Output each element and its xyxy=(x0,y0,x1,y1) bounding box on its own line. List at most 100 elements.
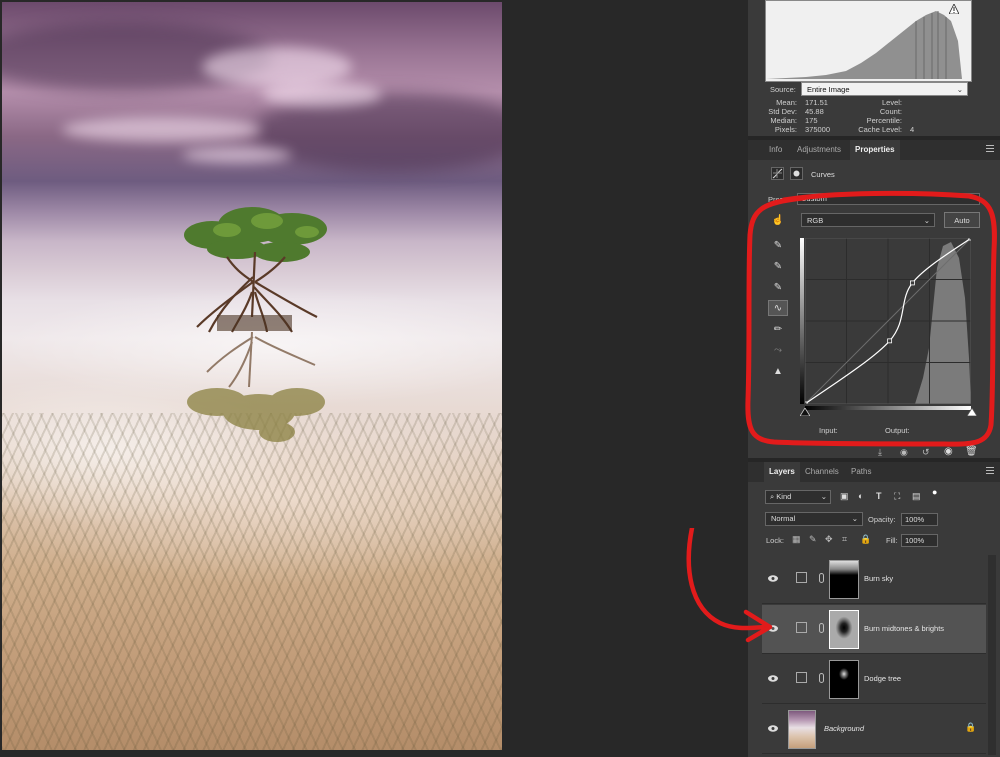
chevron-down-icon: ⌄ xyxy=(923,216,930,225)
tab-adjustments[interactable]: Adjustments xyxy=(792,140,846,160)
visibility-eye-icon[interactable] xyxy=(768,725,778,732)
cache-level-value: 4 xyxy=(910,125,915,134)
curve-control-point[interactable] xyxy=(910,280,915,286)
filter-kind-value: Kind xyxy=(776,492,792,501)
layer-row-burn-sky[interactable]: Burn sky xyxy=(762,555,986,604)
tab-info[interactable]: Info xyxy=(764,140,787,160)
pixels-value: 375000 xyxy=(805,125,831,134)
tab-channels[interactable]: Channels xyxy=(800,462,844,482)
visibility-eye-icon[interactable]: ◉ xyxy=(944,446,953,457)
curve-control-point[interactable] xyxy=(887,338,893,344)
pixels-label: Pixels: xyxy=(774,125,797,134)
lock-all-icon[interactable]: 🔒 xyxy=(860,534,871,545)
panel-menu-icon[interactable] xyxy=(986,145,994,154)
layers-scrollbar[interactable] xyxy=(988,555,996,755)
tab-layers[interactable]: Layers xyxy=(764,462,800,482)
sample-black-eyedropper-icon[interactable]: ✎ xyxy=(770,237,786,253)
filter-pixel-icon[interactable]: ▣ xyxy=(840,491,849,502)
chevron-down-icon: ⌄ xyxy=(820,492,827,501)
reset-icon[interactable]: ↺ xyxy=(922,447,930,458)
curves-adjustment-icon xyxy=(796,622,807,633)
mean-label: Mean: xyxy=(776,98,797,107)
curve-control-point[interactable] xyxy=(968,235,974,241)
output-label: Output: xyxy=(885,426,910,435)
visibility-eye-icon[interactable] xyxy=(768,575,778,582)
clip-to-layer-icon[interactable]: ⤓ xyxy=(878,447,882,458)
warning-triangle-icon[interactable] xyxy=(949,4,959,14)
preset-select[interactable]: Custom xyxy=(797,193,980,205)
lock-label: Lock: xyxy=(766,536,784,545)
lock-artboard-icon[interactable]: ⌗ xyxy=(842,534,847,545)
panel-menu-icon[interactable] xyxy=(986,467,994,476)
filter-smart-object-icon[interactable]: ▤ xyxy=(912,491,921,502)
link-icon[interactable] xyxy=(819,573,824,583)
filter-type-icon[interactable]: T xyxy=(876,491,882,501)
channel-select[interactable]: RGB ⌄ xyxy=(801,213,935,227)
layer-row-background[interactable]: Background 🔒 xyxy=(762,705,986,754)
curves-graph[interactable] xyxy=(802,235,974,407)
chevron-down-icon: ⌄ xyxy=(956,85,963,94)
layer-mask-thumbnail[interactable] xyxy=(829,660,859,699)
source-select[interactable]: Entire Image ⌄ xyxy=(801,82,968,96)
layer-filter-select[interactable]: ⌕ Kind ⌄ xyxy=(765,490,831,504)
layer-name[interactable]: Burn midtones & brights xyxy=(864,624,944,633)
layer-row-burn-midtones[interactable]: Burn midtones & brights xyxy=(762,605,986,654)
tab-paths[interactable]: Paths xyxy=(846,462,876,482)
curves-adjustment-icon xyxy=(796,672,807,683)
filter-shape-icon[interactable]: ⛶ xyxy=(894,491,900,502)
percentile-label: Percentile: xyxy=(866,116,902,125)
input-gradient-bar xyxy=(805,406,971,410)
lock-position-icon[interactable]: ✥ xyxy=(825,534,833,545)
sample-white-eyedropper-icon[interactable]: ✎ xyxy=(770,279,786,295)
targeted-adjustment-icon[interactable]: ☝ xyxy=(770,212,786,228)
properties-tabbar: Info Adjustments Properties xyxy=(748,140,1000,160)
pencil-draw-icon[interactable]: ✏ xyxy=(770,321,786,337)
visibility-eye-icon[interactable] xyxy=(768,675,778,682)
layer-mask-thumbnail[interactable] xyxy=(829,610,859,649)
blend-mode-select[interactable]: Normal ⌄ xyxy=(765,512,863,526)
preset-value: Custom xyxy=(801,194,827,203)
fill-field[interactable]: 100% xyxy=(901,534,938,547)
layer-name[interactable]: Burn sky xyxy=(864,574,893,583)
layer-mask-thumbnail[interactable] xyxy=(829,560,859,599)
auto-button[interactable]: Auto xyxy=(944,212,980,228)
fill-value: 100% xyxy=(905,536,925,545)
smooth-curve-icon[interactable]: ⤳ xyxy=(770,342,786,358)
trash-icon[interactable]: 🗑 xyxy=(965,446,978,457)
mangrove-photo[interactable] xyxy=(2,2,502,750)
link-icon[interactable] xyxy=(819,623,824,633)
sample-gray-eyedropper-icon[interactable]: ✎ xyxy=(770,258,786,274)
opacity-field[interactable]: 100% xyxy=(901,513,938,526)
output-gradient-bar xyxy=(800,238,804,404)
level-label: Level: xyxy=(881,98,902,107)
layers-tabbar: Layers Channels Paths xyxy=(748,462,1000,482)
layer-mask-icon[interactable] xyxy=(790,167,803,180)
blend-mode-value: Normal xyxy=(771,514,796,523)
chevron-down-icon: ⌄ xyxy=(851,514,858,523)
preset-label: Preset: xyxy=(768,195,792,204)
clipping-warning-icon[interactable]: ▲ xyxy=(768,363,788,379)
lock-transparent-icon[interactable]: ▦ xyxy=(792,534,801,545)
cache-level-label: Cache Level: xyxy=(858,125,902,134)
lock-image-icon[interactable]: ✎ xyxy=(809,534,817,545)
document-canvas xyxy=(0,0,748,757)
adjustment-name: Curves xyxy=(811,170,835,179)
white-point-slider-icon[interactable] xyxy=(967,408,977,416)
layer-name[interactable]: Background xyxy=(824,724,864,733)
filter-adjustment-icon[interactable]: ◐ xyxy=(858,491,863,501)
mangrove-tree xyxy=(184,207,327,442)
visibility-eye-icon[interactable] xyxy=(768,625,778,632)
link-icon[interactable] xyxy=(819,673,824,683)
layer-row-dodge-tree[interactable]: Dodge tree xyxy=(762,655,986,704)
filter-toggle-icon[interactable]: ● xyxy=(932,487,937,497)
layer-image-thumbnail[interactable] xyxy=(788,710,816,749)
lock-icon: 🔒 xyxy=(965,722,977,732)
layer-name[interactable]: Dodge tree xyxy=(864,674,901,683)
median-label: Median: xyxy=(770,116,797,125)
black-point-slider-icon[interactable] xyxy=(800,408,810,416)
view-previous-icon[interactable]: ◉ xyxy=(900,447,908,458)
edit-points-curve-icon[interactable]: ∿ xyxy=(768,300,788,316)
tab-properties[interactable]: Properties xyxy=(850,140,900,160)
curves-adjustment-icon xyxy=(796,572,807,583)
curve-control-point[interactable] xyxy=(802,401,808,407)
